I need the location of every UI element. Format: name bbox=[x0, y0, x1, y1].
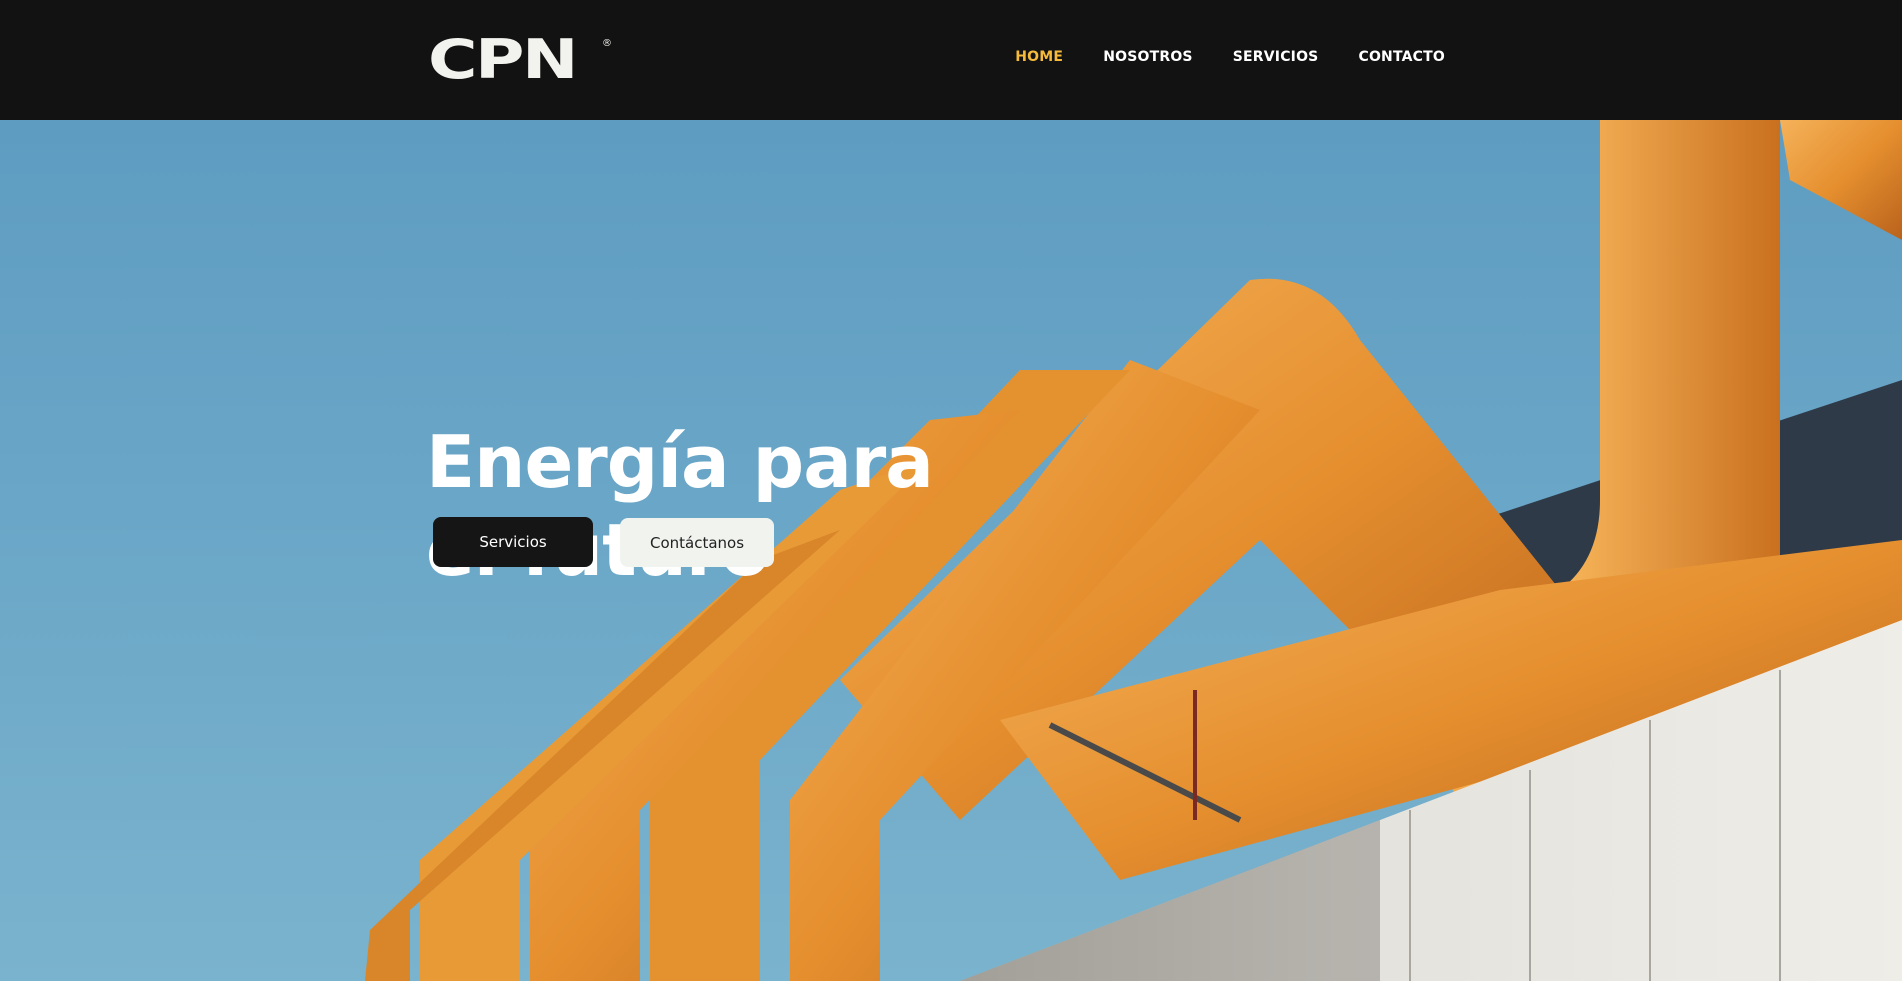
hero-title-line-1: Energía para bbox=[426, 420, 934, 504]
main-nav: HOME NOSOTROS SERVICIOS CONTACTO bbox=[1015, 48, 1445, 66]
nav-link-nosotros[interactable]: NOSOTROS bbox=[1103, 48, 1193, 66]
services-button[interactable]: Servicios bbox=[433, 517, 593, 567]
logo-text: CPN bbox=[428, 28, 579, 91]
site-header: CPN ® HOME NOSOTROS SERVICIOS CONTACTO bbox=[0, 0, 1902, 120]
site-logo[interactable]: CPN ® bbox=[428, 28, 612, 91]
pipe-top-right bbox=[1780, 120, 1902, 240]
registered-mark: ® bbox=[602, 38, 612, 49]
contact-button[interactable]: Contáctanos bbox=[620, 518, 774, 567]
hero-section: Energía para el futuro Servicios Contáct… bbox=[0, 120, 1902, 981]
nav-link-home[interactable]: HOME bbox=[1015, 48, 1063, 66]
hero-title: Energía para el futuro bbox=[426, 418, 1026, 594]
nav-link-servicios[interactable]: SERVICIOS bbox=[1233, 48, 1319, 66]
nav-link-contacto[interactable]: CONTACTO bbox=[1358, 48, 1445, 66]
